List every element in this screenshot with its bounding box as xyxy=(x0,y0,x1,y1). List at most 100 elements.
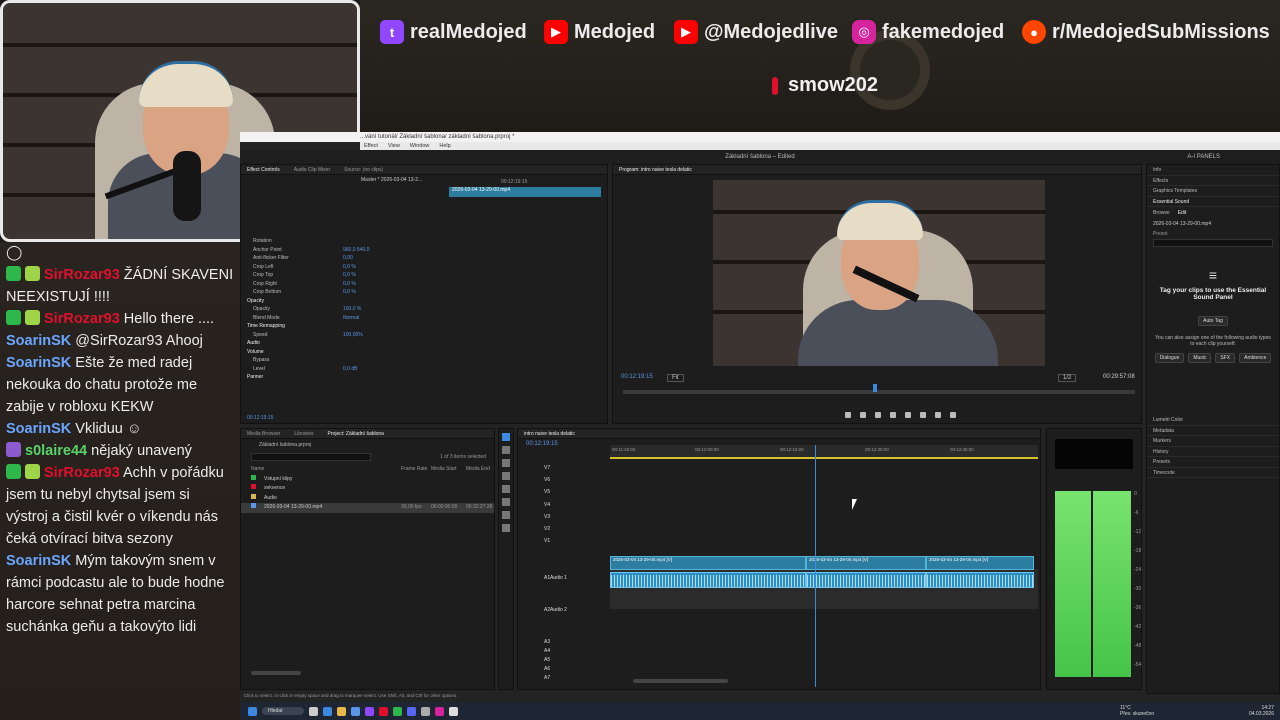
audio-track-label[interactable]: A6 xyxy=(544,666,550,672)
tab-program[interactable]: Program: intro naive tesla delatic xyxy=(619,165,692,174)
program-playhead[interactable] xyxy=(873,384,877,392)
effect-prop-row[interactable]: Bypass xyxy=(241,356,441,365)
prop-value[interactable]: 960,0 540,0 xyxy=(343,246,369,255)
task-view-icon[interactable] xyxy=(309,706,319,716)
video-clip[interactable]: 2026-03-04 13-29-00.mp4 [V] xyxy=(926,556,1034,570)
menu-window[interactable]: Window xyxy=(410,142,430,150)
explorer-icon[interactable] xyxy=(337,706,347,716)
taskbar-search[interactable]: Hledat xyxy=(262,707,305,715)
type-tool-icon[interactable] xyxy=(502,524,510,532)
effect-prop-row[interactable]: Level 0,0 dB xyxy=(241,365,441,374)
tab-presets[interactable]: Presets xyxy=(1147,457,1279,468)
zoom-slider[interactable] xyxy=(251,671,301,675)
export-frame-icon[interactable] xyxy=(950,412,956,418)
timeline-ruler[interactable]: 00:11:45:00 00:12:00:00 00:12:15:00 00:1… xyxy=(610,445,1038,459)
effect-prop-row[interactable]: Anti-flicker Filter 0,00 xyxy=(241,254,441,263)
tab-markers[interactable]: Markers xyxy=(1147,436,1279,447)
effect-prop-row[interactable]: Volume xyxy=(241,348,441,357)
timeline-playhead[interactable] xyxy=(815,445,816,687)
app-icon[interactable] xyxy=(435,706,445,716)
step-forward-icon[interactable] xyxy=(905,412,911,418)
tab-history[interactable]: History xyxy=(1147,447,1279,457)
music-button[interactable]: Music xyxy=(1188,353,1212,363)
effect-prop-row[interactable]: Speed 100,00% xyxy=(241,331,441,340)
effect-prop-row[interactable]: Crop Bottom 0,0 % xyxy=(241,288,441,297)
prop-value[interactable]: 0,0 dB xyxy=(343,365,357,374)
video-clip[interactable]: 2026-03-04 13-29-00.mp4 [V] xyxy=(806,556,926,570)
chrome-icon[interactable] xyxy=(393,706,403,716)
audio-track-label[interactable]: A7 xyxy=(544,675,550,681)
audio-clip[interactable] xyxy=(610,572,806,588)
tab-essential-sound[interactable]: Essential Sound xyxy=(1147,197,1279,207)
tab-lumetri[interactable]: Lumetri Color xyxy=(1147,415,1279,426)
tab-timecode[interactable]: Timecode xyxy=(1147,468,1279,478)
lift-icon[interactable] xyxy=(920,412,926,418)
tab-metadata[interactable]: Metadata xyxy=(1147,426,1279,436)
windows-start-icon[interactable] xyxy=(248,706,257,716)
dialogue-button[interactable]: Dialogue xyxy=(1154,353,1185,363)
effect-prop-row[interactable]: Crop Left 0,0 % xyxy=(241,263,441,272)
app-icon[interactable] xyxy=(379,706,389,716)
tab-graphics-templates[interactable]: Graphics Templates xyxy=(1147,186,1279,197)
tab-libraries[interactable]: Libraries xyxy=(294,429,313,438)
tab-effects[interactable]: Effects xyxy=(1147,176,1279,186)
video-track-label[interactable]: V2 xyxy=(544,526,550,532)
system-clock[interactable]: 14:27 04.03.2026 xyxy=(1249,705,1274,717)
mark-in-icon[interactable] xyxy=(845,412,851,418)
prop-value[interactable]: 100,00% xyxy=(343,331,363,340)
app-icon[interactable] xyxy=(449,706,459,716)
prop-value[interactable]: 0,0 % xyxy=(343,288,356,297)
audio-clip[interactable] xyxy=(926,572,1034,588)
menu-view[interactable]: View xyxy=(388,142,400,150)
slip-tool-icon[interactable] xyxy=(502,485,510,493)
play-icon[interactable] xyxy=(890,412,896,418)
audio-track-label[interactable]: A4 xyxy=(544,648,550,654)
resolution-dropdown[interactable]: 1/2 xyxy=(1058,374,1077,382)
selection-tool-icon[interactable] xyxy=(502,433,510,441)
effect-prop-row[interactable]: Anchor Point 960,0 540,0 xyxy=(241,246,441,255)
effect-prop-row[interactable]: Panner xyxy=(241,373,441,382)
razor-tool-icon[interactable] xyxy=(502,472,510,480)
es-preset-dropdown[interactable] xyxy=(1153,239,1273,247)
tab-info[interactable]: Info xyxy=(1147,165,1279,176)
audio-track-label[interactable]: A3 xyxy=(544,639,550,645)
prop-value[interactable]: 0,0 % xyxy=(343,271,356,280)
sfx-button[interactable]: SFX xyxy=(1215,353,1236,363)
project-item-row[interactable]: sekvence xyxy=(241,484,494,494)
effect-prop-row[interactable]: Audio xyxy=(241,339,441,348)
video-track-label[interactable]: V7 xyxy=(544,465,550,471)
prop-value[interactable]: 0,0 % xyxy=(343,280,356,289)
audio-track-label[interactable]: A5 xyxy=(544,657,550,663)
prop-value[interactable]: 0,0 % xyxy=(343,263,356,272)
es-browse[interactable]: Browse xyxy=(1153,210,1170,216)
discord-icon[interactable] xyxy=(407,706,417,716)
video-clip[interactable]: 2026-03-04 13-29-00.mp4 [V] xyxy=(610,556,806,570)
tab-effect-controls[interactable]: Effect Controls xyxy=(247,165,280,174)
effect-prop-row[interactable]: Opacity 100,0 % xyxy=(241,305,441,314)
effect-prop-row[interactable]: Time Remapping xyxy=(241,322,441,331)
ripple-edit-icon[interactable] xyxy=(502,459,510,467)
effect-prop-row[interactable]: Opacity xyxy=(241,297,441,306)
premiere-icon[interactable] xyxy=(365,706,375,716)
program-scrubber[interactable] xyxy=(623,390,1135,394)
weather-widget[interactable]: 11°C Přev. skunečno xyxy=(1120,705,1154,717)
obs-icon[interactable] xyxy=(421,706,431,716)
store-icon[interactable] xyxy=(351,706,361,716)
extract-icon[interactable] xyxy=(935,412,941,418)
step-back-icon[interactable] xyxy=(875,412,881,418)
menu-help[interactable]: Help xyxy=(439,142,450,150)
effect-prop-row[interactable]: Crop Top 0,0 % xyxy=(241,271,441,280)
prop-value[interactable]: 100,0 % xyxy=(343,305,361,314)
effect-prop-row[interactable]: Crop Right 0,0 % xyxy=(241,280,441,289)
tab-source[interactable]: Source: (no clips) xyxy=(344,165,383,174)
fit-dropdown[interactable]: Fit xyxy=(667,374,684,382)
video-track-label[interactable]: V3 xyxy=(544,514,550,520)
project-item-row[interactable]: Vstupní klipy xyxy=(241,474,494,485)
tab-media-browser[interactable]: Media Browser xyxy=(247,429,280,438)
project-item-row[interactable]: Audio xyxy=(241,493,494,504)
menu-effect[interactable]: Effect xyxy=(364,142,378,150)
workspace-menu[interactable]: A-I PANELS xyxy=(1187,150,1220,164)
tab-sequence[interactable]: intro naive tesla delatic xyxy=(524,429,575,438)
video-track-label[interactable]: V6 xyxy=(544,477,550,483)
video-track-label[interactable]: V1 xyxy=(544,538,550,544)
